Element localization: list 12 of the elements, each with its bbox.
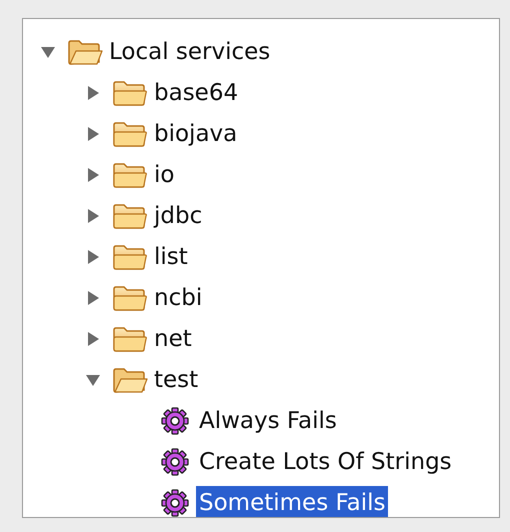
tree-item[interactable]: net (151, 322, 195, 356)
tree-item[interactable]: io (151, 158, 178, 192)
tree-item[interactable]: list (151, 240, 191, 274)
tree-item[interactable]: Create Lots Of Strings (196, 444, 455, 478)
tree-item[interactable]: Local services (106, 34, 274, 68)
tree-item[interactable]: biojava (151, 116, 240, 150)
tree-item[interactable]: ncbi (151, 280, 206, 314)
tree-item[interactable]: test (151, 362, 202, 396)
tree-item[interactable]: jdbc (151, 198, 206, 232)
tree-item[interactable]: Always Fails (196, 404, 340, 438)
tree-item[interactable]: base64 (151, 76, 242, 110)
tree-item[interactable]: Sometimes Fails (196, 486, 388, 517)
